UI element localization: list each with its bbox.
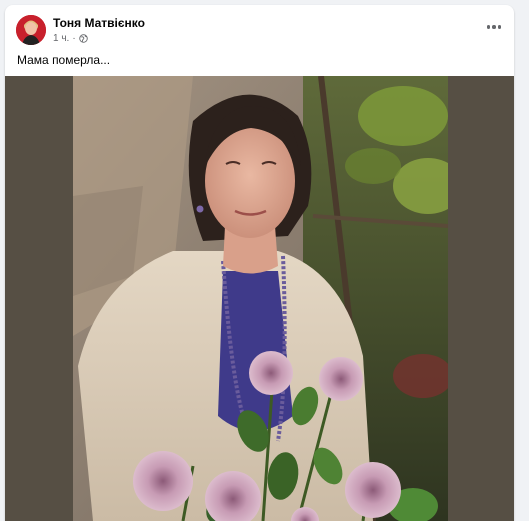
post-photo[interactable] [73,76,448,521]
globe-icon[interactable] [78,34,88,43]
post-header: Тоня Матвієнко 1 ч. · [5,5,514,51]
post-meta: 1 ч. · [53,33,88,44]
post-timestamp[interactable]: 1 ч. [53,33,69,44]
post-text: Мама померла... [17,53,111,67]
author-avatar[interactable] [16,15,46,45]
meta-separator: · [72,33,76,44]
photo-container[interactable] [5,76,514,521]
author-name[interactable]: Тоня Матвієнко [53,16,145,30]
more-options-icon[interactable] [482,19,506,35]
feed-post: Тоня Матвієнко 1 ч. · Мама померла... [5,5,514,521]
